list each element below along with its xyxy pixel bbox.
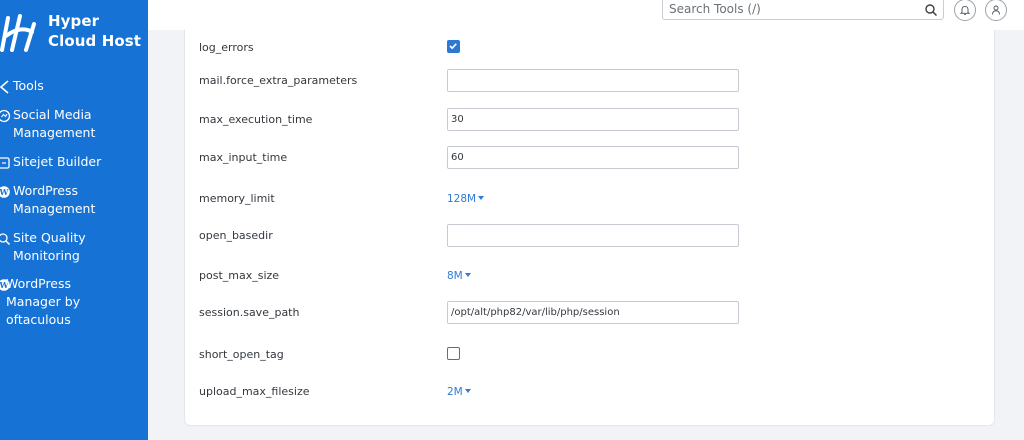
- sidebar-item-label: Tools: [13, 78, 44, 93]
- max-execution-time-input[interactable]: [447, 108, 739, 131]
- sidebar-item-social-media[interactable]: Social Media Management: [0, 106, 148, 144]
- post-max-size-select[interactable]: 8M: [447, 269, 471, 283]
- setting-row-session-save-path: session.save_path: [185, 301, 996, 327]
- tools-icon: [0, 79, 11, 95]
- search-box[interactable]: [662, 0, 944, 20]
- sidebar-item-wordpress-softaculous[interactable]: W WordPress Manager by oftaculous: [0, 275, 140, 331]
- select-value: 2M: [447, 386, 463, 398]
- select-value: 8M: [447, 270, 463, 282]
- setting-label: mail.force_extra_parameters: [199, 74, 358, 87]
- brand-logo[interactable]: Hyper Cloud Host: [0, 6, 148, 56]
- sidebar: Hyper Cloud Host Tools Social Media Mana…: [0, 0, 148, 440]
- sidebar-item-label: Site Quality Monitoring: [13, 230, 86, 263]
- setting-row-max-execution-time: max_execution_time: [185, 108, 996, 134]
- brand-name-line2: Cloud Host: [48, 32, 142, 50]
- sidebar-item-label: WordPress Management: [13, 183, 96, 216]
- sitejet-icon: [0, 155, 11, 171]
- brand-logo-icon: [0, 14, 36, 52]
- svg-text:W: W: [0, 187, 10, 197]
- setting-label: memory_limit: [199, 192, 275, 205]
- setting-row-open-basedir: open_basedir: [185, 224, 996, 250]
- open-basedir-input[interactable]: [447, 224, 739, 247]
- php-options-card: log_errors mail.force_extra_parameters m…: [184, 30, 995, 426]
- setting-row-max-input-time: max_input_time: [185, 146, 996, 172]
- setting-row-log-errors: log_errors: [185, 36, 996, 62]
- log-errors-checkbox[interactable]: [447, 40, 460, 53]
- sidebar-item-label: Sitejet Builder: [13, 154, 102, 169]
- user-icon: [992, 5, 1000, 15]
- session-save-path-input[interactable]: [447, 301, 739, 324]
- sidebar-item-tools[interactable]: Tools: [0, 77, 148, 97]
- setting-label: short_open_tag: [199, 348, 284, 361]
- sidebar-item-label: Social Media Management: [13, 107, 96, 140]
- setting-row-memory-limit: memory_limit 128M: [185, 187, 996, 213]
- setting-label: max_execution_time: [199, 113, 313, 126]
- brand-name: Hyper Cloud Host: [48, 11, 141, 51]
- sidebar-item-label: WordPress Manager by oftaculous: [6, 276, 81, 327]
- sidebar-item-sitejet[interactable]: Sitejet Builder: [0, 153, 148, 173]
- setting-label: upload_max_filesize: [199, 385, 310, 398]
- caret-down-icon: [464, 273, 471, 277]
- brand-name-line1: Hyper: [48, 12, 100, 30]
- setting-row-short-open-tag: short_open_tag: [185, 343, 996, 369]
- mail-force-extra-parameters-input[interactable]: [447, 69, 739, 92]
- setting-label: log_errors: [199, 41, 254, 54]
- select-value: 128M: [447, 193, 477, 205]
- setting-label: session.save_path: [199, 306, 300, 319]
- search-input[interactable]: [663, 0, 919, 19]
- wordpress-icon: W: [0, 184, 11, 200]
- caret-down-icon: [478, 196, 485, 200]
- setting-label: open_basedir: [199, 229, 273, 242]
- memory-limit-select[interactable]: 128M: [447, 192, 485, 206]
- social-media-icon: [0, 108, 11, 124]
- setting-label: max_input_time: [199, 151, 288, 164]
- notifications-button[interactable]: [954, 0, 976, 21]
- user-menu-button[interactable]: [985, 0, 1007, 21]
- sidebar-item-site-quality[interactable]: Site Quality Monitoring: [0, 229, 148, 267]
- site-quality-icon: [0, 231, 11, 247]
- setting-row-upload-max-filesize: upload_max_filesize 2M: [185, 380, 996, 406]
- max-input-time-input[interactable]: [447, 146, 739, 169]
- setting-row-post-max-size: post_max_size 8M: [185, 264, 996, 290]
- short-open-tag-checkbox[interactable]: [447, 347, 460, 360]
- upload-max-filesize-select[interactable]: 2M: [447, 385, 471, 399]
- top-bar: [148, 0, 1024, 30]
- caret-down-icon: [464, 389, 471, 393]
- sidebar-item-wordpress-management[interactable]: W WordPress Management: [0, 182, 148, 220]
- setting-row-mail-force-extra-parameters: mail.force_extra_parameters: [185, 69, 996, 95]
- bell-icon: [959, 5, 971, 15]
- search-icon[interactable]: [924, 2, 938, 17]
- setting-label: post_max_size: [199, 269, 280, 282]
